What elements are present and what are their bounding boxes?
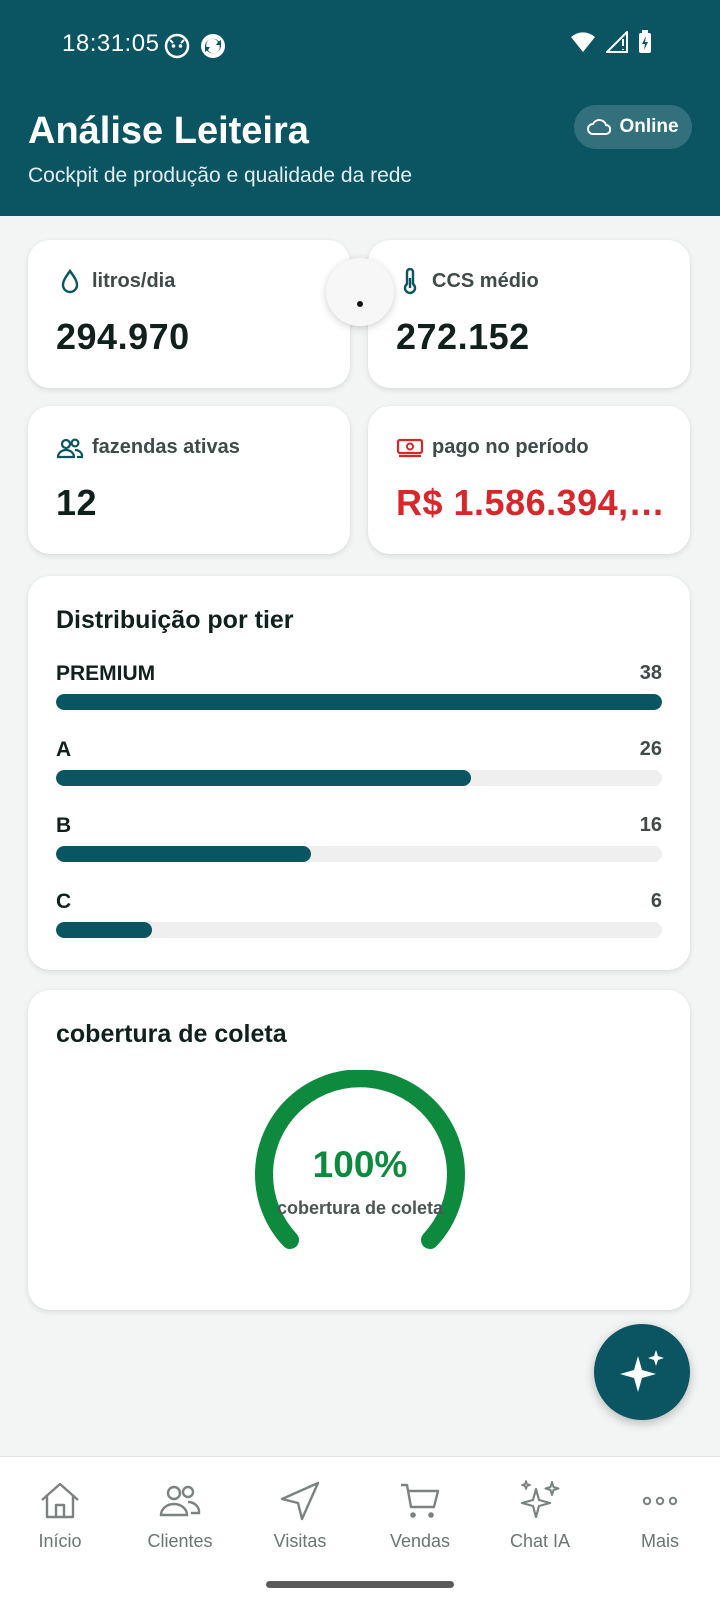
metric-value: 12	[56, 482, 98, 523]
nav-label: Início	[38, 1531, 82, 1551]
nav-item-inicio[interactable]: Início	[0, 1479, 120, 1561]
metric-label: litros/dia	[92, 270, 176, 292]
home-icon	[41, 1482, 79, 1519]
money-icon	[396, 434, 424, 462]
signal-icon	[606, 31, 628, 53]
tier-bar-track	[56, 694, 662, 710]
page-subtitle: Cockpit de produção e qualidade da rede	[28, 164, 413, 187]
coverage-gauge: 100% cobertura de coleta	[250, 1069, 470, 1270]
metric-label: fazendas ativas	[92, 436, 240, 458]
page-title: Análise Leiteira	[28, 110, 309, 152]
nav-item-chat-ia[interactable]: Chat IA	[480, 1479, 600, 1561]
metric-value: 272.152	[396, 316, 530, 357]
metric-value: R$ 1.586.394,…	[396, 482, 662, 523]
home-indicator[interactable]	[266, 1581, 454, 1588]
nav-item-mais[interactable]: Mais	[600, 1479, 720, 1561]
droplet-icon	[56, 268, 84, 296]
metric-label: CCS médio	[432, 270, 539, 292]
gauge-label: cobertura de coleta	[276, 1198, 444, 1218]
tier-count: 26	[639, 738, 662, 760]
nav-item-vendas[interactable]: Vendas	[360, 1479, 480, 1561]
sync-notification-icon	[200, 33, 226, 59]
tier-count: 16	[639, 814, 662, 836]
battery-icon	[639, 30, 651, 53]
tier-distribution-card: Distribuição por tier PREMIUM 38 A 26 B 16 C 6	[28, 576, 690, 970]
tier-bar-fill	[56, 922, 152, 938]
status-bar: 18:31:05	[0, 0, 720, 90]
more-icon	[642, 1496, 678, 1506]
tier-bar-fill	[56, 694, 662, 710]
gauge-value: 100%	[312, 1144, 408, 1185]
status-time: 18:31:05	[62, 30, 160, 57]
tier-name: A	[56, 738, 72, 761]
nav-label: Vendas	[389, 1531, 451, 1551]
nav-label: Mais	[640, 1531, 679, 1551]
metric-card-fazendas[interactable]: fazendas ativas 12	[28, 406, 350, 554]
ai-assistant-fab[interactable]	[594, 1324, 690, 1420]
nav-label: Clientes	[147, 1531, 213, 1551]
tier-count: 38	[639, 662, 662, 684]
navigation-icon	[280, 1481, 320, 1521]
status-indicators	[570, 30, 652, 54]
tier-bar-fill	[56, 770, 471, 786]
sparkles-icon	[620, 1350, 664, 1392]
nav-label: Visitas	[273, 1531, 327, 1551]
loading-indicator	[326, 258, 394, 326]
metric-value: 294.970	[56, 316, 190, 357]
cat-notification-icon	[164, 33, 190, 59]
online-status-label: Online	[619, 116, 679, 137]
tier-bar-track	[56, 846, 662, 862]
cloud-icon	[587, 119, 612, 135]
app-header: 18:31:05 Análise Leiteira Cockpit de pro…	[0, 0, 720, 216]
tier-name: B	[56, 814, 72, 837]
tier-bar-track	[56, 770, 662, 786]
metric-card-pago[interactable]: pago no período R$ 1.586.394,…	[368, 406, 690, 554]
metric-card-ccs[interactable]: CCS médio 272.152	[368, 240, 690, 388]
nav-item-visitas[interactable]: Visitas	[240, 1479, 360, 1561]
sparkles-icon	[520, 1480, 560, 1519]
users-icon	[56, 434, 84, 462]
bottom-navigation: Início Clientes Visitas Vendas Chat IA M…	[0, 1456, 720, 1600]
nav-label: Chat IA	[509, 1531, 571, 1551]
wifi-icon	[571, 32, 595, 52]
tier-row: B 16	[56, 814, 662, 874]
thermometer-icon	[396, 267, 424, 296]
section-title: Distribuição por tier	[56, 606, 294, 634]
tier-name: C	[56, 890, 72, 913]
tier-count: 6	[650, 890, 662, 912]
nav-item-clientes[interactable]: Clientes	[120, 1479, 240, 1561]
users-icon	[159, 1485, 201, 1517]
tier-bar-track	[56, 922, 662, 938]
cart-icon	[401, 1483, 440, 1518]
section-title: cobertura de coleta	[56, 1020, 287, 1048]
tier-bar-fill	[56, 846, 312, 862]
tier-row: PREMIUM 38	[56, 662, 662, 722]
tier-name: PREMIUM	[56, 662, 156, 685]
tier-row: A 26	[56, 738, 662, 798]
online-status-badge[interactable]: Online	[574, 105, 692, 149]
tier-row: C6	[56, 890, 662, 950]
coverage-card: cobertura de coleta 100% cobertura de co…	[28, 990, 690, 1310]
metric-label: pago no período	[432, 436, 589, 458]
metric-card-litros[interactable]: litros/dia 294.970	[28, 240, 350, 388]
